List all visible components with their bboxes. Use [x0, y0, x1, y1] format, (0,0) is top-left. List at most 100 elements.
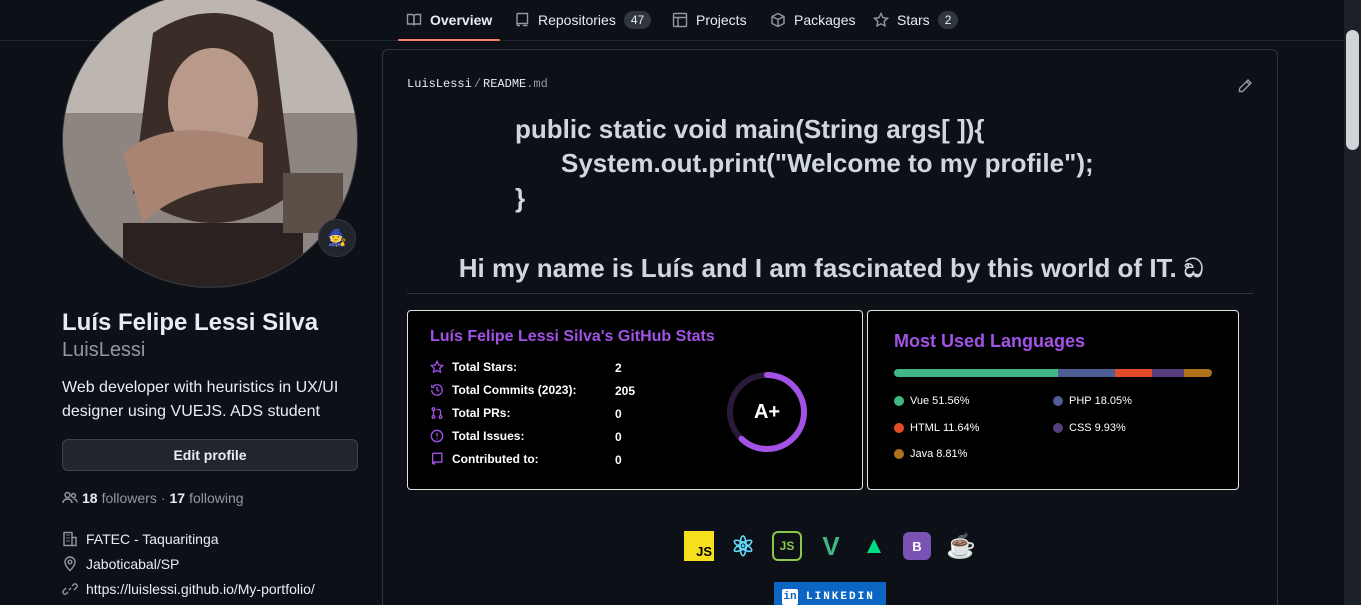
- top-languages-card[interactable]: Most Used Languages Vue 51.56% PHP 18.05…: [867, 310, 1239, 490]
- language-percent: 51.56%: [932, 395, 970, 407]
- github-stats-card[interactable]: Luís Felipe Lessi Silva's GitHub Stats T…: [407, 310, 863, 490]
- readme-breadcrumb: LuisLessi / README.md: [407, 77, 548, 91]
- profile-login: LuisLessi: [62, 339, 146, 361]
- website: https://luislessi.github.io/My-portfolio…: [62, 581, 315, 597]
- stat-value: 0: [615, 407, 622, 421]
- language-percent: 18.05%: [1094, 395, 1132, 407]
- code-line-2: System.out.print("Welcome to my profile"…: [561, 148, 1094, 178]
- star-icon: [430, 360, 444, 374]
- following-link[interactable]: 17 following: [170, 490, 244, 506]
- website-link[interactable]: https://luislessi.github.io/My-portfolio…: [86, 581, 315, 597]
- tab-label: Projects: [696, 12, 747, 28]
- linkedin-icon: in: [782, 589, 798, 605]
- edit-profile-button[interactable]: Edit profile: [62, 439, 358, 471]
- languages-card-title: Most Used Languages: [894, 331, 1086, 351]
- following-label: following: [189, 490, 244, 506]
- tab-label: Overview: [430, 12, 493, 28]
- package-icon: [771, 12, 785, 28]
- stat-row: Contributed to:: [430, 452, 539, 466]
- history-icon: [431, 384, 443, 396]
- organization-name: FATEC - Taquaritinga: [86, 531, 219, 547]
- language-percent: 8.81%: [936, 448, 968, 460]
- code-line-3: }: [515, 183, 526, 213]
- stat-label: Total Issues:: [452, 429, 525, 443]
- code-line-1: public static void main(String args[ ]){: [515, 114, 985, 144]
- language-dot: [894, 396, 904, 406]
- react-icon: ⚛: [730, 530, 756, 562]
- languages-bar: [894, 369, 1212, 377]
- language-name: PHP: [1069, 395, 1092, 407]
- tab-label: Packages: [794, 12, 856, 28]
- bootstrap-icon: B: [903, 532, 931, 560]
- breadcrumb-separator: /: [473, 77, 482, 91]
- readme-file-name: README: [483, 77, 527, 91]
- people-icon: [62, 491, 78, 504]
- tab-packages[interactable]: Packages: [762, 0, 863, 40]
- language-percent: 11.64%: [942, 422, 980, 434]
- repo-icon: [516, 12, 529, 27]
- stat-row: Total Issues:: [430, 429, 524, 443]
- location-icon: [64, 556, 76, 572]
- stat-label: Total PRs:: [452, 406, 511, 420]
- language-bar-segment: [1115, 369, 1153, 377]
- nuxt-icon: ▲: [862, 532, 886, 559]
- link-icon: [62, 583, 78, 595]
- book-icon: [406, 13, 422, 26]
- tab-label: Repositories: [538, 12, 616, 28]
- language-dot: [1053, 396, 1063, 406]
- language-name: Vue: [910, 395, 930, 407]
- avatar-photo: [63, 0, 357, 287]
- tab-overview[interactable]: Overview: [398, 0, 501, 41]
- pencil-icon[interactable]: [1237, 78, 1253, 94]
- avatar[interactable]: [62, 0, 358, 288]
- pull-request-icon: [431, 407, 443, 419]
- linkedin-label: LINKEDIN: [806, 591, 875, 603]
- readme-greeting: Hi my name is Luís and I am fascinated b…: [458, 253, 1204, 283]
- tab-repositories[interactable]: Repositories 47: [506, 0, 659, 40]
- language-bar-segment: [1152, 369, 1184, 377]
- javascript-icon: JS: [684, 531, 714, 561]
- language-dot: [894, 423, 904, 433]
- java-icon: ☕: [946, 532, 976, 560]
- follow-stats: 18 followers · 17 following: [62, 490, 244, 506]
- location: Jaboticabal/SP: [62, 556, 179, 572]
- stat-value: 2: [615, 361, 622, 375]
- stat-label: Contributed to:: [452, 452, 539, 466]
- followers-link[interactable]: 18 followers: [82, 490, 157, 506]
- readme-divider: [407, 293, 1253, 294]
- stat-label: Total Stars:: [452, 360, 518, 374]
- tab-label: Stars: [897, 12, 930, 28]
- repo-icon: [431, 452, 443, 465]
- language-item: Vue 51.56%: [894, 395, 969, 407]
- organization: FATEC - Taquaritinga: [62, 531, 219, 547]
- scrollbar[interactable]: [1344, 0, 1361, 605]
- language-bar-segment: [1057, 369, 1116, 377]
- linkedin-badge[interactable]: in LINKEDIN: [774, 582, 886, 605]
- followers-count: 18: [82, 490, 98, 506]
- tab-stars[interactable]: Stars 2: [865, 0, 966, 40]
- language-item: HTML 11.64%: [894, 422, 979, 434]
- issue-icon: [430, 429, 444, 443]
- dot-separator: ·: [160, 490, 166, 506]
- nodejs-icon: JS: [772, 531, 802, 561]
- stat-row: Total Stars:: [430, 360, 517, 374]
- language-bar-segment: [894, 369, 1058, 377]
- language-percent: 9.93%: [1094, 422, 1126, 434]
- language-dot: [894, 449, 904, 459]
- stat-row: Total Commits (2023):: [430, 383, 576, 397]
- tab-projects[interactable]: Projects: [664, 0, 755, 40]
- scrollbar-thumb[interactable]: [1346, 30, 1359, 150]
- followers-label: followers: [101, 490, 157, 506]
- language-item: PHP 18.05%: [1053, 395, 1132, 407]
- following-count: 17: [169, 490, 186, 506]
- stats-card-title: Luís Felipe Lessi Silva's GitHub Stats: [430, 328, 715, 345]
- language-name: HTML: [910, 422, 940, 434]
- readme-file-ext: .md: [526, 77, 548, 91]
- status-emoji[interactable]: 🧙: [318, 219, 356, 257]
- language-name: Java: [910, 448, 934, 460]
- profile-bio: Web developer with heuristics in UX/UI d…: [62, 379, 339, 420]
- stat-row: Total PRs:: [430, 406, 510, 420]
- star-icon: [873, 12, 889, 28]
- stat-value: 205: [615, 384, 636, 398]
- readme-owner-link[interactable]: LuisLessi: [407, 77, 472, 91]
